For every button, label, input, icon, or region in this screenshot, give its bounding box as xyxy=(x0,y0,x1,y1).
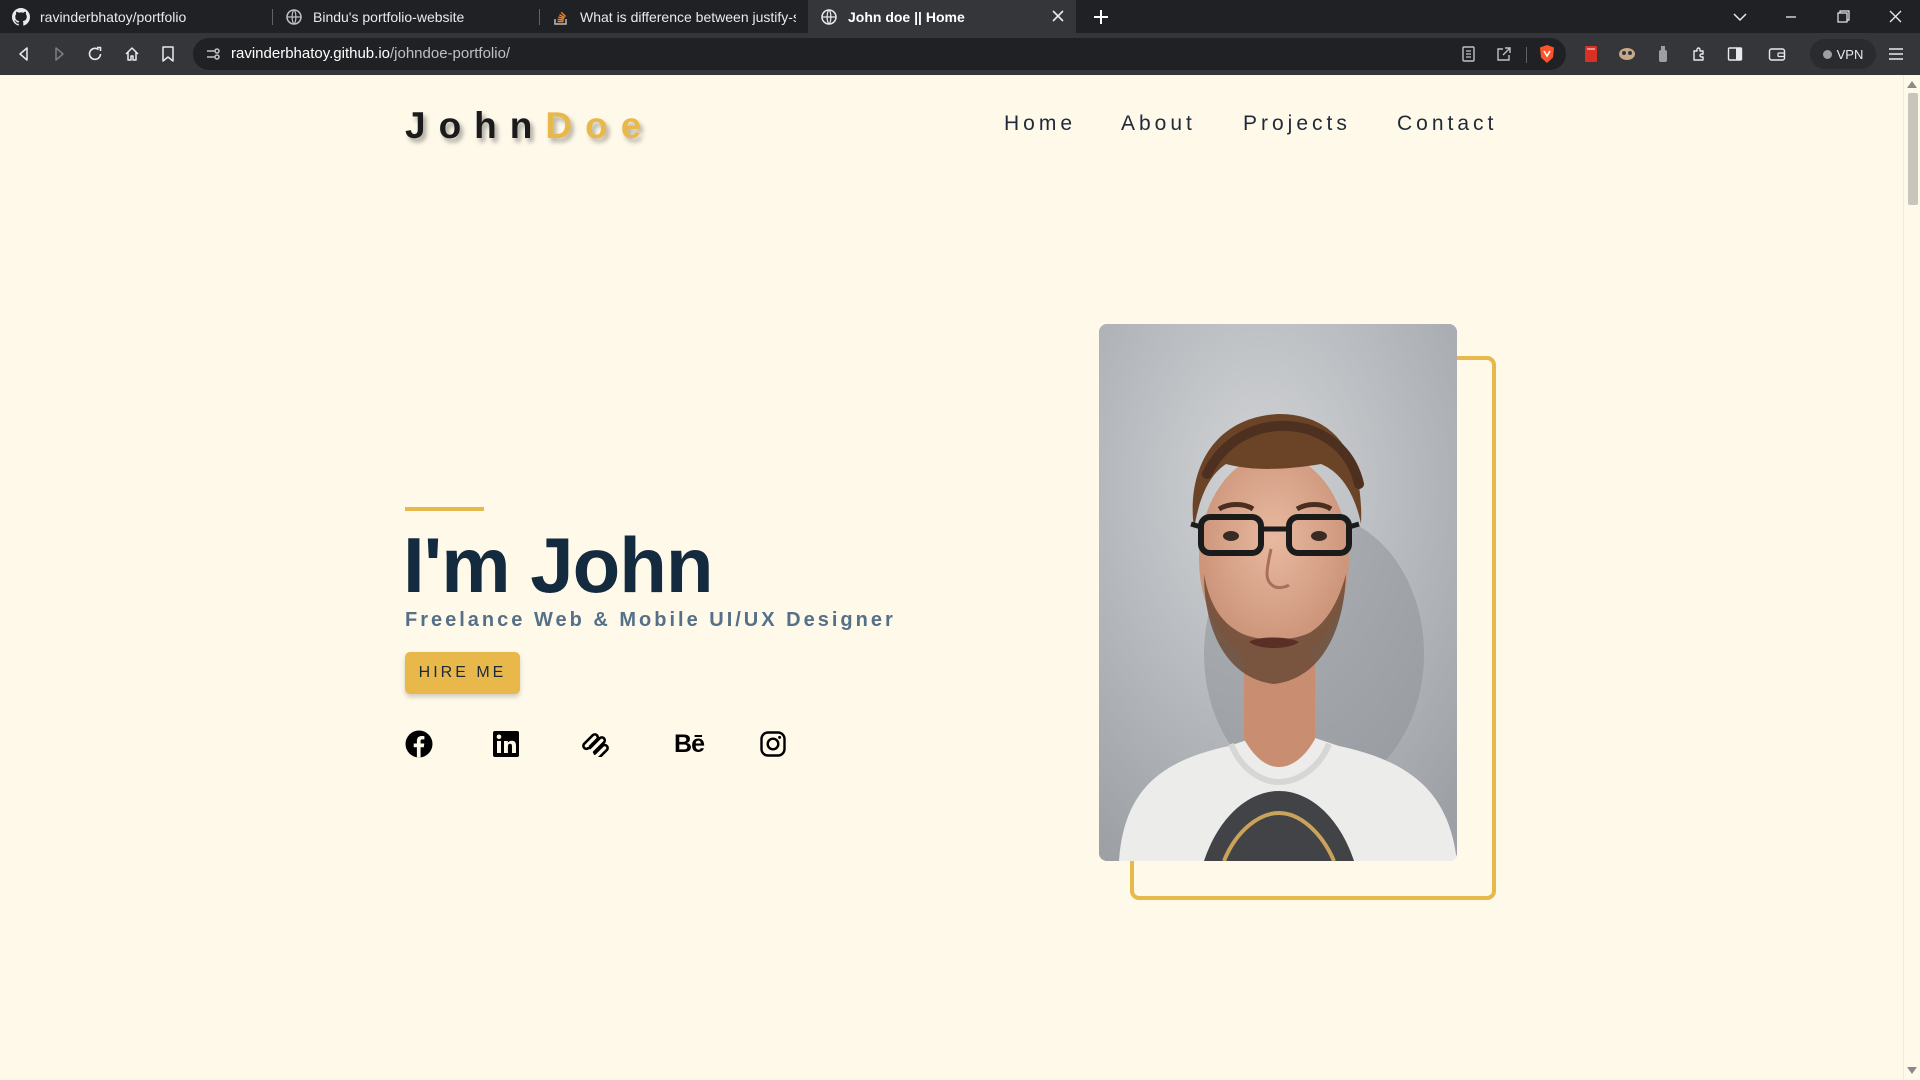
scroll-up-arrow-icon[interactable] xyxy=(1907,81,1917,88)
sidebar-toggle-icon[interactable] xyxy=(1723,42,1747,66)
tab-title: ravinderbhatoy/portfolio xyxy=(40,8,187,25)
share-icon[interactable] xyxy=(1492,42,1516,66)
hero-accent-line xyxy=(405,507,484,511)
new-tab-button[interactable] xyxy=(1088,4,1114,30)
forward-arrow-icon[interactable] xyxy=(47,42,71,66)
logo-last-name: Doe xyxy=(545,105,655,146)
globe-icon xyxy=(820,8,838,26)
address-bar[interactable]: ravinderbhatoy.github.io/johndoe-portfol… xyxy=(193,38,1566,70)
instagram-icon[interactable] xyxy=(758,729,788,759)
github-icon xyxy=(12,7,30,26)
home-icon[interactable] xyxy=(120,42,144,66)
facebook-icon[interactable] xyxy=(404,729,434,759)
toolbar-separator xyxy=(1526,47,1527,63)
browser-tab-bar: ravinderbhatoy/portfolio Bindu's portfol… xyxy=(0,0,1920,33)
vpn-button[interactable]: VPN xyxy=(1810,39,1876,69)
hero-title: I'm John xyxy=(403,521,714,609)
nav-link-about[interactable]: About xyxy=(1121,112,1196,136)
site-settings-icon[interactable] xyxy=(205,46,221,62)
tab-john-doe-home[interactable]: John doe || Home xyxy=(808,0,1076,33)
menu-hamburger-icon[interactable] xyxy=(1884,42,1908,66)
tab-title: Bindu's portfolio-website xyxy=(313,8,465,25)
tab-bindu-portfolio[interactable]: Bindu's portfolio-website xyxy=(273,0,539,33)
tab-title: What is difference between justify-self xyxy=(580,8,796,25)
tab-github-portfolio[interactable]: ravinderbhatoy/portfolio xyxy=(0,0,272,33)
reload-icon[interactable] xyxy=(83,42,107,66)
extension-mask-icon[interactable] xyxy=(1615,42,1639,66)
browser-toolbar: ravinderbhatoy.github.io/johndoe-portfol… xyxy=(0,33,1920,75)
behance-icon[interactable]: Bē xyxy=(669,729,709,759)
logo-first-name: John xyxy=(405,105,546,146)
reader-mode-icon[interactable] xyxy=(1456,42,1480,66)
page-viewport: JohnDoe Home About Projects Contact I'm … xyxy=(0,75,1903,1080)
extensions-puzzle-icon[interactable] xyxy=(1687,42,1711,66)
tab-list-chevron-icon[interactable] xyxy=(1715,0,1765,33)
site-logo[interactable]: JohnDoe xyxy=(405,105,654,147)
extension-red-book-icon[interactable] xyxy=(1579,42,1603,66)
extension-bottle-icon[interactable] xyxy=(1651,42,1675,66)
globe-icon xyxy=(285,8,303,26)
close-tab-icon[interactable] xyxy=(1050,8,1066,24)
nav-link-contact[interactable]: Contact xyxy=(1397,112,1497,136)
brave-shields-icon[interactable] xyxy=(1535,42,1559,66)
page-scrollbar[interactable] xyxy=(1903,75,1920,1080)
hire-me-button[interactable]: HIRE ME xyxy=(405,652,520,694)
stackoverflow-icon xyxy=(552,8,570,26)
behance-icon-text: Bē xyxy=(674,729,705,758)
scrollbar-thumb[interactable] xyxy=(1908,93,1918,205)
wallet-icon[interactable] xyxy=(1765,42,1789,66)
back-arrow-icon[interactable] xyxy=(12,42,36,66)
url-text[interactable]: ravinderbhatoy.github.io/johndoe-portfol… xyxy=(231,45,510,62)
scroll-down-arrow-icon[interactable] xyxy=(1907,1067,1917,1074)
tab-title: John doe || Home xyxy=(848,8,965,25)
minimize-window-button[interactable] xyxy=(1766,0,1816,33)
close-window-button[interactable] xyxy=(1870,0,1920,33)
url-path: /johndoe-portfolio/ xyxy=(390,45,511,62)
restore-window-button[interactable] xyxy=(1818,0,1868,33)
url-host: ravinderbhatoy.github.io xyxy=(231,45,390,62)
nav-link-projects[interactable]: Projects xyxy=(1243,112,1351,136)
bookmark-icon[interactable] xyxy=(156,42,180,66)
vpn-label: VPN xyxy=(1836,46,1864,62)
hero-subtitle: Freelance Web & Mobile UI/UX Designer xyxy=(405,609,896,631)
squarespace-icon[interactable] xyxy=(581,729,611,759)
tab-stackoverflow-question[interactable]: What is difference between justify-self xyxy=(540,0,808,33)
vpn-status-icon xyxy=(1822,49,1832,59)
profile-photo xyxy=(1099,324,1457,861)
nav-link-home[interactable]: Home xyxy=(1004,112,1076,136)
linkedin-icon[interactable] xyxy=(491,729,521,759)
